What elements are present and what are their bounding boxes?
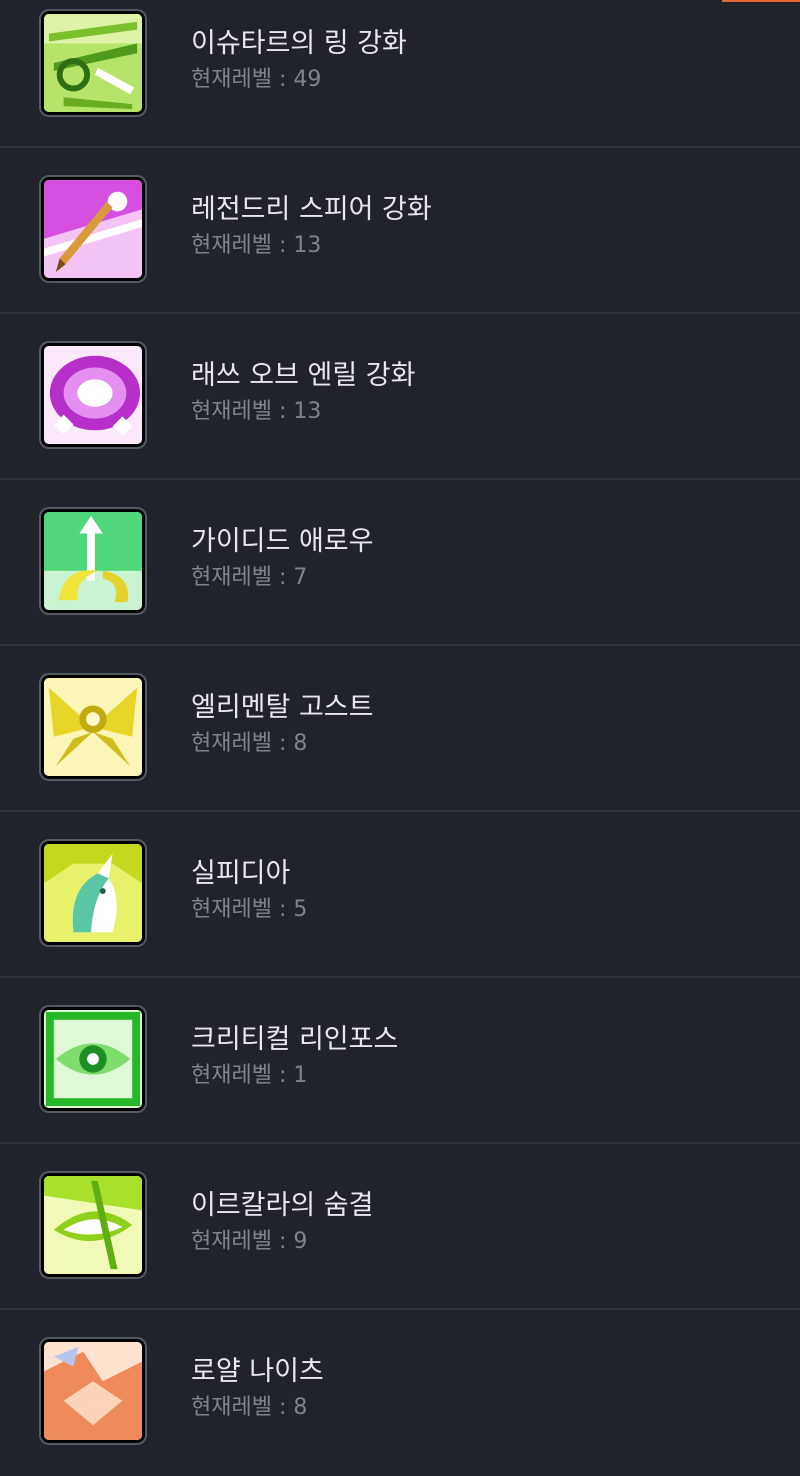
spear-icon [41, 177, 145, 281]
skill-name: 엘리멘탈 고스트 [191, 692, 374, 723]
skill-row[interactable]: 레전드리 스피어 강화 현재레벨 : 13 [0, 148, 800, 314]
skill-level: 현재레벨 : 13 [191, 233, 322, 258]
eye-crest-icon [41, 1007, 145, 1111]
skill-level: 현재레벨 : 7 [191, 565, 308, 590]
skill-level: 현재레벨 : 8 [191, 1395, 308, 1420]
skill-row[interactable]: 이르칼라의 숨결 현재레벨 : 9 [0, 1144, 800, 1310]
leaf-breath-icon [41, 1173, 145, 1277]
skill-row[interactable]: 래쓰 오브 엔릴 강화 현재레벨 : 13 [0, 314, 800, 480]
skill-row[interactable]: 로얄 나이츠 현재레벨 : 8 [0, 1310, 800, 1476]
ring-arrow-icon [41, 11, 145, 115]
skill-level: 현재레벨 : 9 [191, 1229, 308, 1254]
skill-level: 현재레벨 : 13 [191, 399, 322, 424]
skill-name: 레전드리 스피어 강화 [191, 194, 432, 225]
skill-name: 이르칼라의 숨결 [191, 1190, 374, 1221]
guided-arrow-icon [41, 509, 145, 613]
skill-name: 로얄 나이츠 [191, 1356, 324, 1387]
skill-row[interactable]: 엘리멘탈 고스트 현재레벨 : 8 [0, 646, 800, 812]
winged-ghost-icon [41, 675, 145, 779]
skill-level: 현재레벨 : 8 [191, 731, 308, 756]
skill-row[interactable]: 실피디아 현재레벨 : 5 [0, 812, 800, 978]
skill-list: 이슈타르의 링 강화 현재레벨 : 49 레전드리 스피어 강화 현재레벨 : … [0, 0, 800, 1476]
skill-name: 실피디아 [191, 858, 291, 889]
skill-level: 현재레벨 : 1 [191, 1063, 308, 1088]
skill-row[interactable]: 이슈타르의 링 강화 현재레벨 : 49 [0, 0, 800, 148]
skill-name: 이슈타르의 링 강화 [191, 28, 407, 59]
skill-name: 래쓰 오브 엔릴 강화 [191, 360, 416, 391]
skill-row[interactable]: 크리티컬 리인포스 현재레벨 : 1 [0, 978, 800, 1144]
skill-name: 크리티컬 리인포스 [191, 1024, 399, 1055]
skill-row[interactable]: 가이디드 애로우 현재레벨 : 7 [0, 480, 800, 646]
wrath-burst-icon [41, 343, 145, 447]
skill-level: 현재레벨 : 5 [191, 897, 308, 922]
royal-knights-icon [41, 1339, 145, 1443]
skill-level: 현재레벨 : 49 [191, 67, 322, 92]
unicorn-icon [41, 841, 145, 945]
skill-name: 가이디드 애로우 [191, 526, 374, 557]
